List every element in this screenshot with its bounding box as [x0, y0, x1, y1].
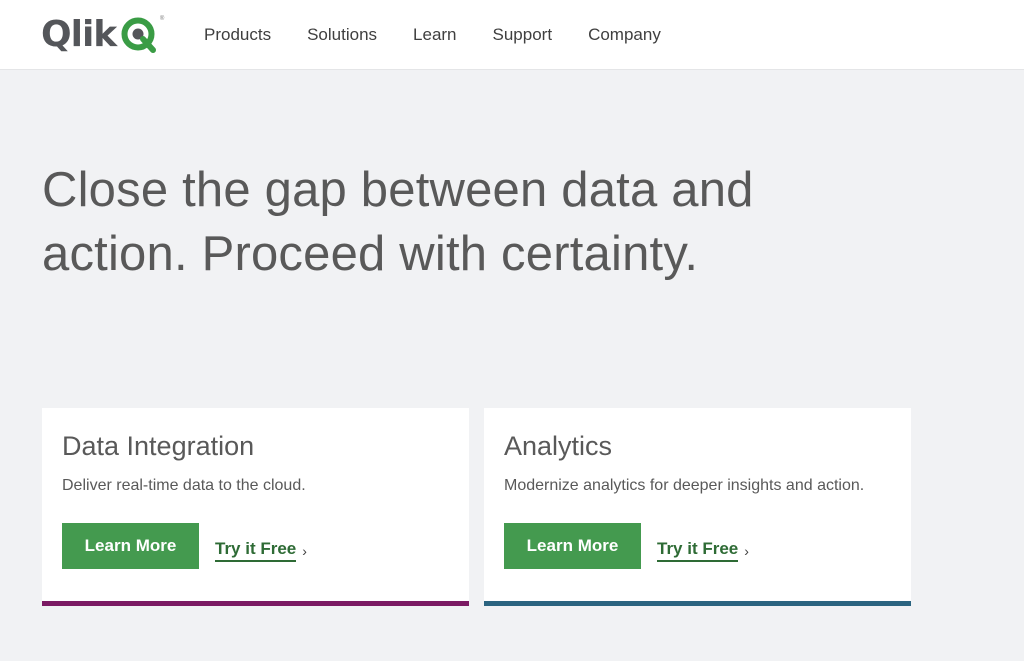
nav-company[interactable]: Company [588, 24, 661, 46]
site-header: Qlik ® Products Solutions Learn Support … [0, 0, 1024, 70]
logo-wordmark: Qlik [41, 14, 117, 55]
hero-line-2: action. Proceed with certainty. [42, 227, 699, 281]
card-description: Deliver real-time data to the cloud. [62, 477, 306, 494]
logo-q-icon: ® [120, 16, 164, 54]
card-data-integration: Data Integration Deliver real-time data … [42, 408, 469, 606]
card-description: Modernize analytics for deeper insights … [504, 477, 865, 494]
nav-support[interactable]: Support [493, 24, 553, 46]
card-title: Data Integration [62, 431, 255, 461]
learn-more-button[interactable]: Learn More [504, 523, 641, 569]
nav-products[interactable]: Products [204, 24, 271, 46]
try-it-free-label: Try it Free [215, 539, 297, 562]
hero-headline: Close the gap between data and action. P… [42, 158, 842, 286]
nav-learn[interactable]: Learn [413, 24, 456, 46]
try-it-free-link[interactable]: Try it Free › [657, 539, 749, 562]
card-accent-bar [42, 601, 469, 606]
nav-solutions[interactable]: Solutions [307, 24, 377, 46]
card-accent-bar [484, 601, 911, 606]
card-analytics: Analytics Modernize analytics for deeper… [484, 408, 911, 606]
chevron-right-icon: › [302, 542, 307, 559]
hero-line-1: Close the gap between data and [42, 163, 754, 217]
try-it-free-label: Try it Free [657, 539, 739, 562]
chevron-right-icon: › [744, 542, 749, 559]
main-nav: Products Solutions Learn Support Company [204, 24, 697, 46]
qlik-logo[interactable]: Qlik ® [41, 14, 164, 55]
learn-more-button[interactable]: Learn More [62, 523, 199, 569]
card-title: Analytics [504, 431, 613, 461]
registered-mark: ® [159, 16, 165, 22]
try-it-free-link[interactable]: Try it Free › [215, 539, 307, 562]
